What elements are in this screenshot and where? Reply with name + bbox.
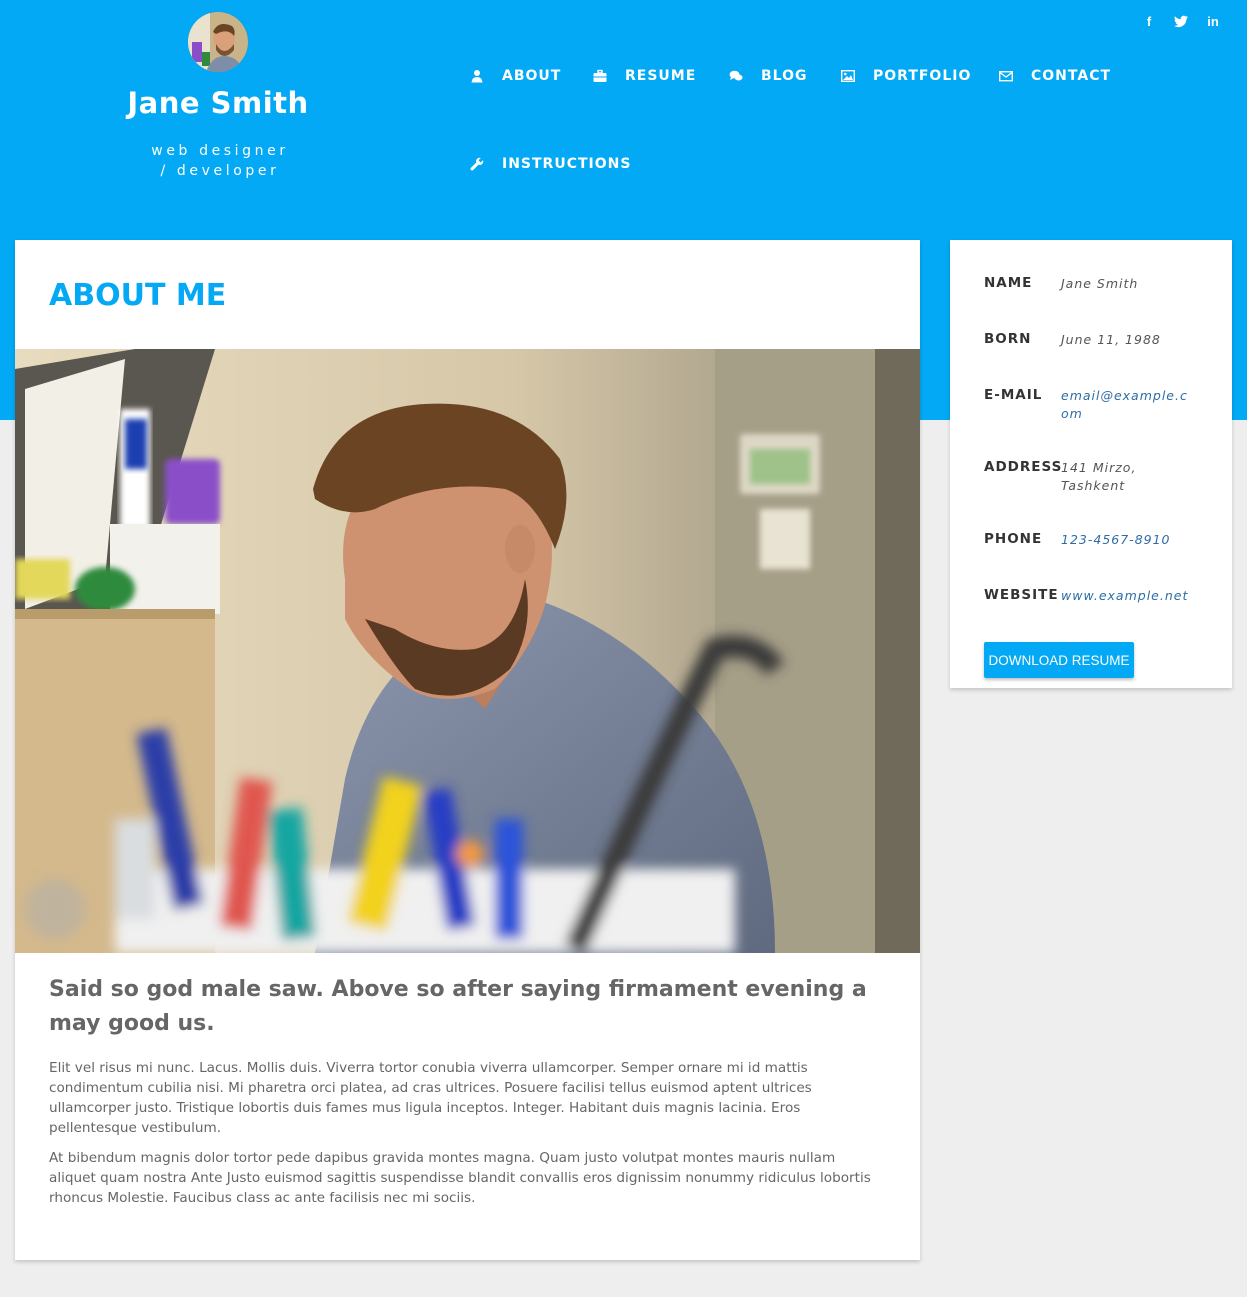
info-label-phone: PHONE [984, 531, 1043, 547]
about-headline: Said so god male saw. Above so after say… [49, 977, 867, 1036]
info-label-born: BORN [984, 331, 1032, 347]
about-card: ABOUT ME Said so god male saw. Above so … [15, 240, 920, 1260]
user-icon [470, 69, 484, 83]
nav-about-label: ABOUT [502, 68, 562, 84]
nav-contact[interactable]: CONTACT [999, 68, 1111, 84]
about-paragraph-1: Elit vel risus mi nunc. Lacus. Mollis du… [49, 1060, 812, 1136]
profile-name: Jane Smith [127, 86, 309, 120]
info-value-phone[interactable]: 123-4567-8910 [1061, 531, 1191, 549]
wrench-icon [470, 157, 484, 171]
hero-photo [15, 349, 920, 953]
nav-instructions-label: INSTRUCTIONS [502, 156, 632, 172]
nav-about[interactable]: ABOUT [470, 68, 561, 84]
nav-portfolio-label: PORTFOLIO [873, 68, 972, 84]
profile-title-line2: / developer [160, 163, 280, 179]
facebook-icon[interactable]: f [1141, 14, 1157, 32]
info-label-name: NAME [984, 275, 1033, 291]
comments-icon [729, 69, 743, 83]
profile-title: web designer / developer [150, 141, 290, 181]
info-label-website: WEBSITE [984, 587, 1059, 603]
nav-resume[interactable]: RESUME [593, 68, 696, 84]
nav-resume-label: RESUME [625, 68, 697, 84]
nav-portfolio[interactable]: PORTFOLIO [841, 68, 971, 84]
page-title: ABOUT ME [49, 278, 227, 313]
info-value-website[interactable]: www.example.net [1061, 587, 1191, 605]
briefcase-icon [593, 69, 607, 83]
info-value-address: 141 Mirzo, Tashkent [1061, 460, 1137, 493]
avatar [188, 12, 248, 72]
nav-blog-label: BLOG [761, 68, 808, 84]
nav-blog[interactable]: BLOG [729, 68, 808, 84]
profile-title-line1: web designer [151, 143, 289, 159]
about-paragraph-2: At bibendum magnis dolor tortor pede dap… [49, 1150, 871, 1206]
nav-contact-label: CONTACT [1031, 68, 1112, 84]
nav-instructions[interactable]: INSTRUCTIONS [470, 156, 631, 172]
twitter-icon[interactable] [1173, 14, 1189, 32]
linkedin-icon[interactable]: in [1205, 14, 1221, 32]
picture-icon [841, 69, 855, 83]
info-value-born: June 11, 1988 [1061, 332, 1161, 347]
social-links: f in [1141, 14, 1221, 32]
download-resume-button[interactable]: DOWNLOAD RESUME [984, 642, 1134, 678]
info-card: NAME Jane Smith BORN June 11, 1988 E-MAI… [950, 240, 1232, 688]
info-label-address: ADDRESS [984, 459, 1063, 475]
info-value-email[interactable]: email@example.com [1061, 387, 1191, 423]
info-label-email: E-MAIL [984, 387, 1043, 403]
envelope-icon [999, 69, 1013, 83]
info-value-name: Jane Smith [1061, 276, 1139, 291]
